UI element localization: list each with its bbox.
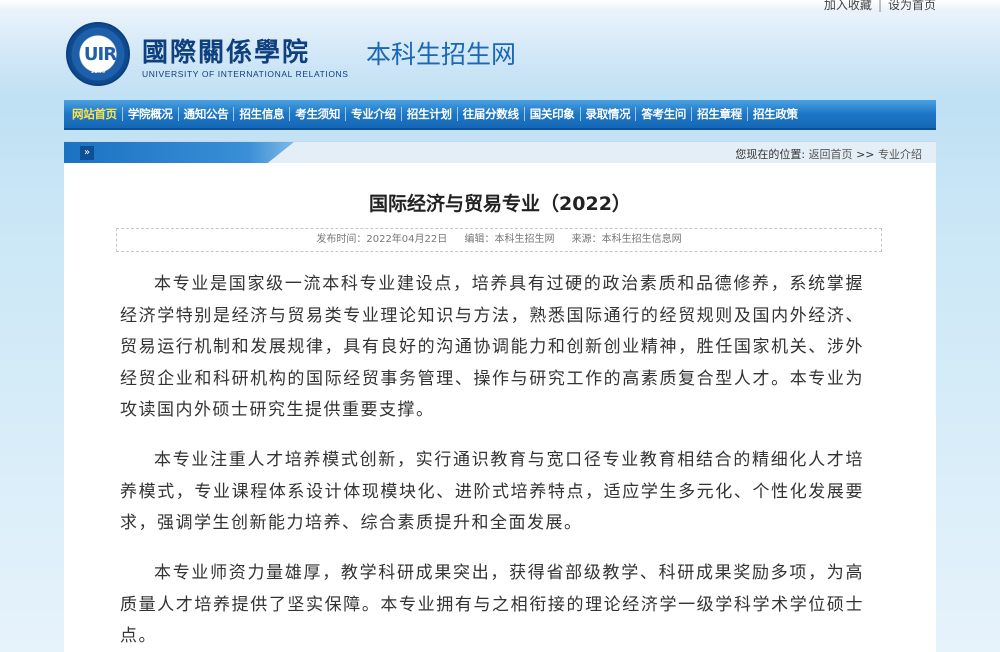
nav-divider	[691, 107, 693, 121]
breadcrumb-path: 您现在的位置: 返回首页 >> 专业介绍	[735, 146, 922, 162]
nav-divider	[579, 107, 581, 121]
breadcrumb: » 您现在的位置: 返回首页 >> 专业介绍	[64, 141, 936, 164]
breadcrumb-tab: »	[64, 142, 294, 164]
nav-divider	[523, 107, 525, 121]
breadcrumb-home-link[interactable]: 返回首页	[809, 148, 853, 161]
article-paragraph: 本专业注重人才培养模式创新，实行通识教育与宽口径专业教育相结合的精细化人才培养模…	[120, 450, 864, 533]
nav-item-admission-status[interactable]: 录取情况	[582, 106, 635, 122]
nav-item-home[interactable]: 网站首页	[68, 106, 121, 122]
top-links-separator: |	[877, 0, 882, 12]
breadcrumb-label: 您现在的位置:	[735, 148, 806, 161]
add-favorite-link[interactable]: 加入收藏	[824, 0, 872, 12]
article-paragraph: 本专业是国家级一流本科专业建设点，培养具有过硬的政治素质和品德修养，系统掌握经济…	[120, 274, 864, 420]
breadcrumb-separator: >>	[856, 148, 875, 161]
nav-item-plan[interactable]: 招生计划	[403, 106, 456, 122]
nav-item-past-scores[interactable]: 往届分数线	[459, 106, 523, 122]
nav-divider	[746, 107, 748, 121]
nav-divider	[400, 107, 402, 121]
double-chevron-right-icon: »	[80, 146, 94, 160]
article-meta: 发布时间：2022年04月22日 编辑：本科生招生网 来源：本科生招生信息网	[116, 228, 882, 252]
logo-year: 1949	[90, 68, 106, 75]
article-container: 国际经济与贸易专业（2022） 发布时间：2022年04月22日 编辑：本科生招…	[64, 163, 936, 652]
site-title: 本科生招生网	[366, 40, 517, 69]
school-name-en: UNIVERSITY OF INTERNATIONAL RELATIONS	[142, 69, 349, 79]
university-logo[interactable]: UIR 1949	[66, 22, 130, 86]
source: 来源：本科生招生信息网	[571, 234, 682, 245]
nav-item-notices[interactable]: 通知公告	[180, 106, 233, 122]
nav-item-admission-info[interactable]: 招生信息	[235, 106, 288, 122]
article-title: 国际经济与贸易专业（2022）	[369, 193, 631, 215]
nav-item-candidate-notes[interactable]: 考生须知	[291, 106, 344, 122]
editor: 编辑：本科生招生网	[464, 234, 555, 245]
nav-item-policy[interactable]: 招生政策	[749, 106, 802, 122]
nav-item-charter[interactable]: 招生章程	[693, 106, 746, 122]
nav-item-majors[interactable]: 专业介绍	[347, 106, 400, 122]
nav-divider	[233, 107, 235, 121]
main-nav: 网站首页 学院概况 通知公告 招生信息 考生须知 专业介绍 招生计划 往届分数线…	[64, 100, 936, 130]
school-name-cn: 國際關係學院	[142, 38, 311, 68]
breadcrumb-current[interactable]: 专业介绍	[878, 148, 922, 161]
top-links: 加入收藏 | 设为首页	[824, 0, 936, 13]
article-paragraph: 本专业师资力量雄厚，教学科研成果突出，获得省部级教学、科研成果奖励多项，为高质量…	[120, 563, 864, 646]
nav-item-overview[interactable]: 学院概况	[124, 106, 177, 122]
nav-divider	[345, 107, 347, 121]
nav-divider	[456, 107, 458, 121]
site-header: UIR 1949 國際關係學院 UNIVERSITY OF INTERNATIO…	[66, 22, 936, 102]
logo-mark: UIR	[83, 44, 117, 65]
publish-time: 发布时间：2022年04月22日	[316, 234, 448, 245]
nav-item-qa[interactable]: 答考生问	[637, 106, 690, 122]
nav-item-impressions[interactable]: 国关印象	[526, 106, 579, 122]
set-homepage-link[interactable]: 设为首页	[888, 0, 936, 12]
nav-divider	[121, 107, 123, 121]
nav-divider	[177, 107, 179, 121]
nav-divider	[289, 107, 291, 121]
nav-divider	[635, 107, 637, 121]
